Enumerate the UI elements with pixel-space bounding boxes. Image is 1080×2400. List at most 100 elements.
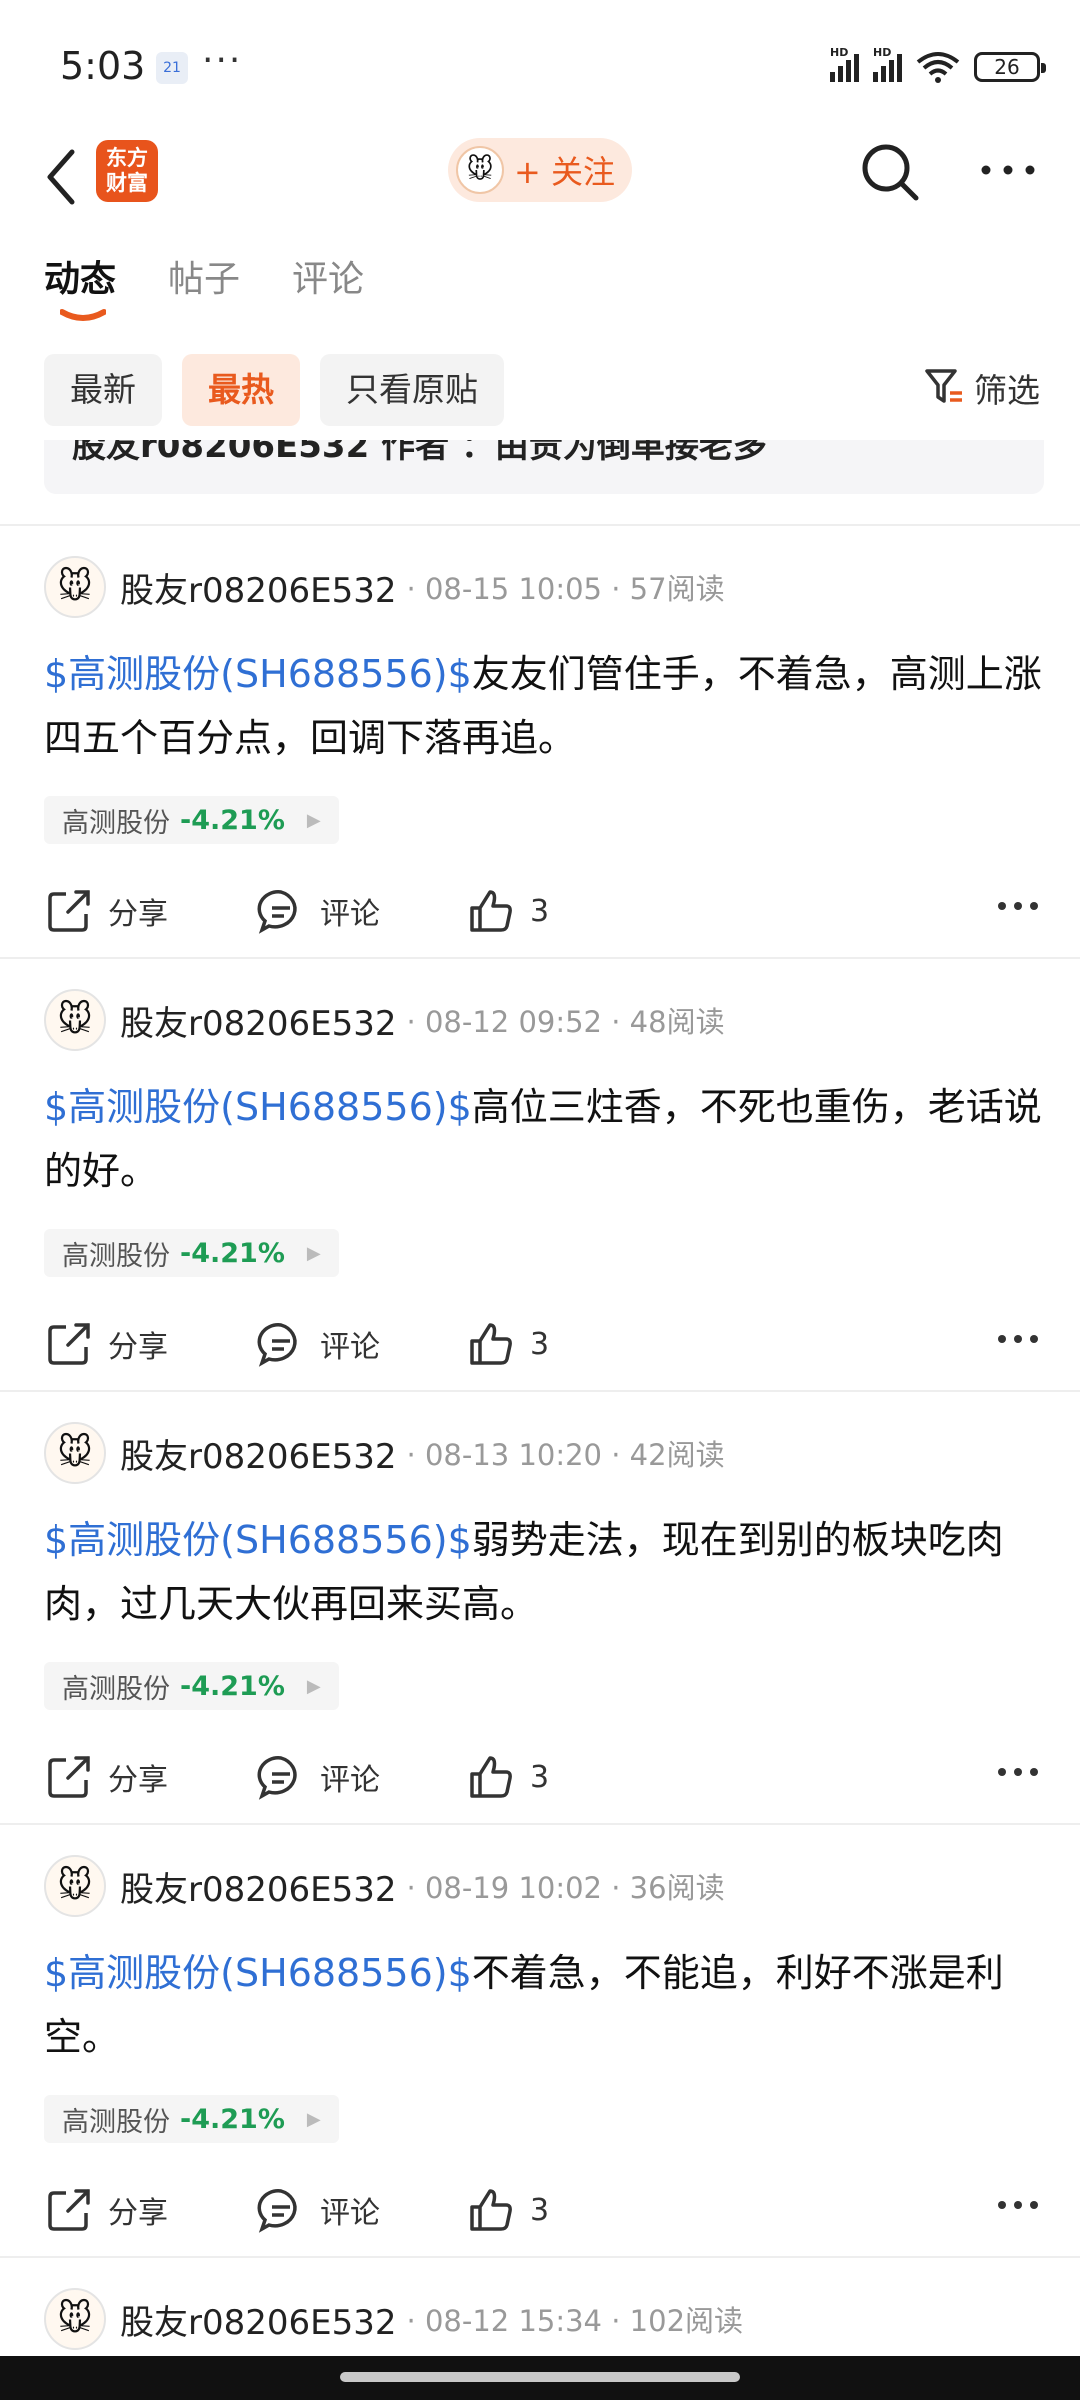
filter-hottest[interactable]: 最热: [182, 354, 300, 426]
author-avatar[interactable]: 🐭: [44, 556, 106, 618]
comment-button[interactable]: 评论: [256, 1752, 380, 1802]
post-card[interactable]: 🐭 股友r08206E532 · 08-13 10:20 · 42阅读 $高测股…: [0, 1390, 1080, 1822]
comment-button[interactable]: 评论: [256, 2185, 380, 2235]
comment-icon: [257, 890, 297, 934]
post-card[interactable]: 🐭 股友r08206E532 · 08-12 09:52 · 48阅读 $高测股…: [0, 957, 1080, 1389]
author-name[interactable]: 股友r08206E532: [120, 1862, 397, 1911]
share-button[interactable]: 分享: [44, 1752, 168, 1802]
chevron-right-icon: ▶: [306, 1242, 321, 1264]
status-time: 5:03: [60, 44, 146, 88]
comment-icon: [257, 1323, 297, 1367]
app-logo: 东方财富: [96, 140, 158, 202]
comment-button[interactable]: 评论: [256, 886, 380, 936]
battery-icon: 26: [974, 52, 1046, 82]
post-more-icon[interactable]: [996, 900, 1040, 912]
author-avatar[interactable]: 🐭: [44, 2288, 106, 2350]
like-button[interactable]: 3: [466, 1319, 549, 1369]
share-icon: [48, 1756, 90, 1798]
author-name[interactable]: 股友r08206E532: [120, 2295, 397, 2344]
post-content[interactable]: $高测股份(SH688556)$高位三炷香，不死也重伤，老话说的好。: [44, 1075, 1044, 1203]
more-options-icon[interactable]: [978, 160, 1038, 180]
share-button[interactable]: 分享: [44, 1319, 168, 1369]
stock-chip[interactable]: 高测股份 -4.21% ▶: [44, 2095, 339, 2143]
share-icon: [48, 1323, 90, 1365]
comment-button[interactable]: 评论: [256, 1319, 380, 1369]
post-content[interactable]: $高测股份(SH688556)$不着急，不能追，利好不涨是利空。: [44, 1941, 1044, 2069]
filter-latest[interactable]: 最新: [44, 354, 162, 426]
post-actions: 分享 评论 3: [44, 2185, 1040, 2245]
thumbs-up-icon: [470, 890, 512, 932]
tab-comments[interactable]: 评论: [292, 250, 364, 302]
author-name[interactable]: 股友r08206E532: [120, 563, 397, 612]
home-indicator[interactable]: [340, 2372, 740, 2382]
share-icon: [48, 890, 90, 932]
post-actions: 分享 评论 3: [44, 886, 1040, 946]
stock-change: -4.21%: [180, 804, 285, 836]
stock-tag-link[interactable]: $高测股份(SH688556)$: [44, 1085, 472, 1129]
like-button[interactable]: 3: [466, 1752, 549, 1802]
filter-button[interactable]: 筛选: [924, 364, 1040, 412]
stock-change: -4.21%: [180, 2103, 285, 2135]
top-app-bar: 东方财富 🐭 + 关注: [0, 130, 1080, 230]
chevron-right-icon: ▶: [306, 809, 321, 831]
user-avatar-icon: 🐭: [456, 146, 504, 194]
post-more-icon[interactable]: [996, 2199, 1040, 2211]
post-content[interactable]: $高测股份(SH688556)$弱势走法，现在到别的板块吃肉肉，过几天大伙再回来…: [44, 1508, 1044, 1636]
tab-dynamics[interactable]: 动态: [44, 250, 116, 321]
share-button[interactable]: 分享: [44, 886, 168, 936]
post-meta: · 08-12 15:34 · 102阅读: [406, 2304, 744, 2338]
stock-tag-link[interactable]: $高测股份(SH688556)$: [44, 1951, 472, 1995]
signal-icon-2: HD: [873, 46, 902, 82]
author-avatar[interactable]: 🐭: [44, 1422, 106, 1484]
signal-icon: HD: [830, 46, 859, 82]
like-button[interactable]: 3: [466, 2185, 549, 2235]
stock-chip[interactable]: 高测股份 -4.21% ▶: [44, 1229, 339, 1277]
post-content[interactable]: $高测股份(SH688556)$友友们管住手，不着急，高测上涨四五个百分点，回调…: [44, 642, 1044, 770]
share-button[interactable]: 分享: [44, 2185, 168, 2235]
stock-chip[interactable]: 高测股份 -4.21% ▶: [44, 1662, 339, 1710]
chevron-right-icon: ▶: [306, 2108, 321, 2130]
search-icon[interactable]: [860, 142, 920, 202]
comment-icon: [257, 1756, 297, 1800]
thumbs-up-icon: [470, 1323, 512, 1365]
author-name[interactable]: 股友r08206E532: [120, 996, 397, 1045]
post-meta: · 08-13 10:20 · 42阅读: [406, 1438, 725, 1472]
like-button[interactable]: 3: [466, 886, 549, 936]
active-tab-indicator: [60, 309, 106, 321]
post-card[interactable]: 🐭 股友r08206E532 · 08-15 10:05 · 57阅读 $高测股…: [0, 524, 1080, 956]
post-meta: · 08-15 10:05 · 57阅读: [406, 572, 725, 606]
back-arrow-icon[interactable]: [38, 142, 88, 212]
sort-filters: 最新 最热 只看原贴: [44, 354, 504, 426]
chevron-right-icon: ▶: [306, 1675, 321, 1697]
thumbs-up-icon: [470, 2189, 512, 2231]
calendar-notification-icon: 21: [156, 52, 188, 84]
post-meta: · 08-19 10:02 · 36阅读: [406, 1871, 725, 1905]
post-card[interactable]: 🐭 股友r08206E532 · 08-19 10:02 · 36阅读 $高测股…: [0, 1823, 1080, 2255]
post-more-icon[interactable]: [996, 1333, 1040, 1345]
stock-tag-link[interactable]: $高测股份(SH688556)$: [44, 652, 472, 696]
filter-button-label: 筛选: [974, 371, 1040, 410]
post-actions: 分享 评论 3: [44, 1319, 1040, 1379]
filter-original-only[interactable]: 只看原贴: [320, 354, 504, 426]
post-card[interactable]: 🐭 股友r08206E532 · 08-12 15:34 · 102阅读: [0, 2256, 1080, 2356]
stock-chip[interactable]: 高测股份 -4.21% ▶: [44, 796, 339, 844]
profile-tabs: 动态 帖子 评论: [44, 250, 364, 321]
follow-button[interactable]: 🐭 + 关注: [448, 138, 632, 202]
post-more-icon[interactable]: [996, 1766, 1040, 1778]
tab-posts[interactable]: 帖子: [168, 250, 240, 302]
wifi-icon: [916, 52, 960, 83]
comment-icon: [257, 2189, 297, 2233]
author-avatar[interactable]: 🐭: [44, 1855, 106, 1917]
follow-label: + 关注: [514, 153, 615, 191]
post-meta: · 08-12 09:52 · 48阅读: [406, 1005, 725, 1039]
post-actions: 分享 评论 3: [44, 1752, 1040, 1812]
pinned-reply-preview[interactable]: 股友r08206E532 作者 ：由贵为倒革接老多: [44, 440, 1044, 494]
author-name[interactable]: 股友r08206E532: [120, 1429, 397, 1478]
author-avatar[interactable]: 🐭: [44, 989, 106, 1051]
thumbs-up-icon: [470, 1756, 512, 1798]
funnel-icon: [925, 369, 962, 403]
status-bar: 5:03 21 ··· HD HD 26: [0, 0, 1080, 140]
stock-tag-link[interactable]: $高测股份(SH688556)$: [44, 1518, 472, 1562]
system-navigation-bar: [0, 2356, 1080, 2400]
stock-change: -4.21%: [180, 1237, 285, 1269]
